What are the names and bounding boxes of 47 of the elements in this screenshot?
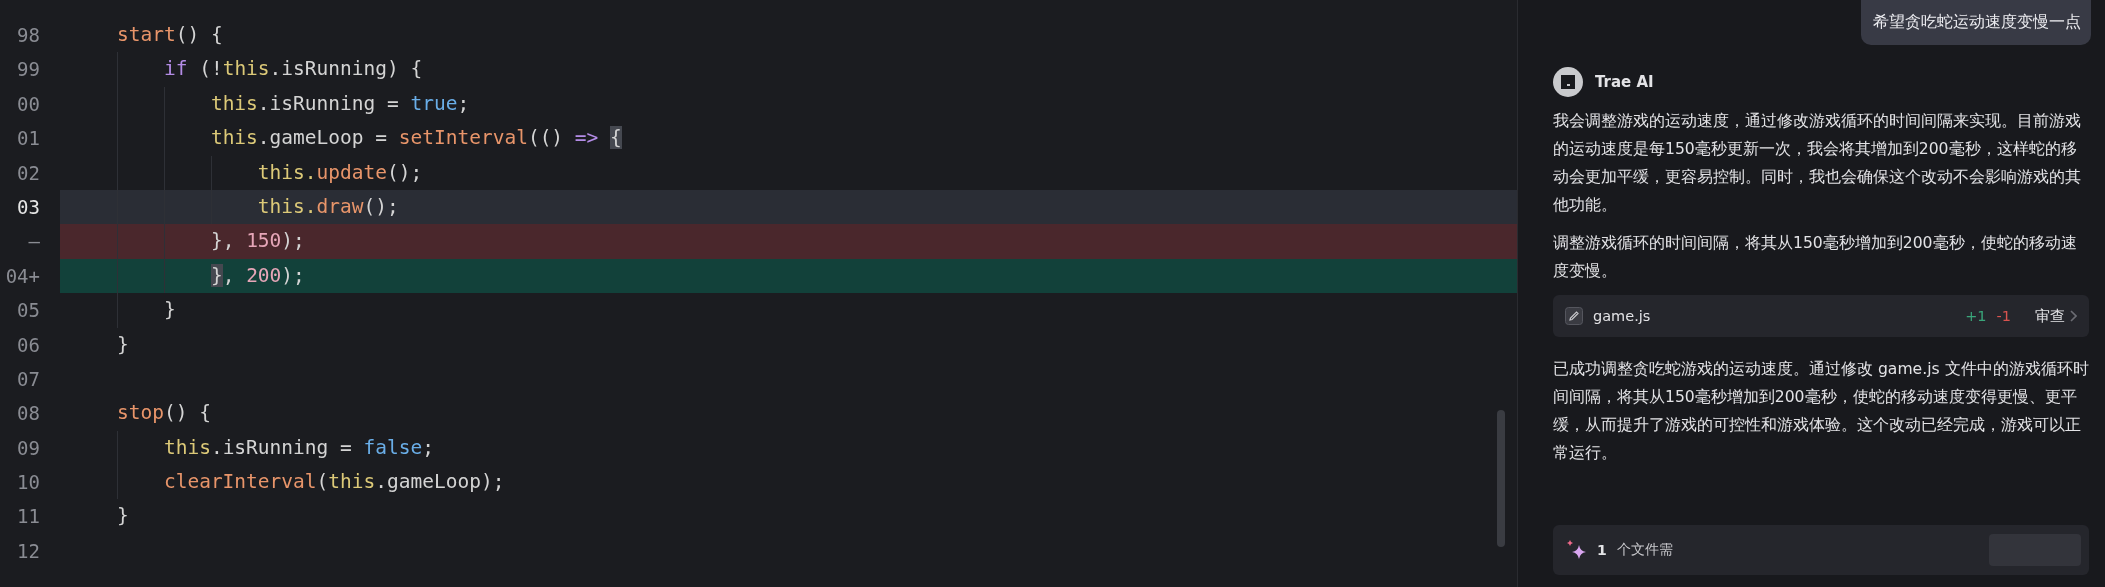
code-line: }, 150); (209, 228, 305, 255)
code-line: } (115, 503, 129, 530)
line-number: — (27, 229, 41, 255)
code-line: this.isRunning = false; (162, 434, 434, 461)
removed-count: -1 (1996, 308, 2011, 324)
line-number: 10 (16, 470, 41, 496)
line-number: 06 (16, 332, 41, 358)
added-count: +1 (1965, 308, 1987, 324)
assistant-paragraph: 调整游戏循环的时间间隔，将其从150毫秒增加到200毫秒，使蛇的移动速度变慢。 (1553, 233, 2078, 282)
pencil-icon (1565, 307, 1583, 325)
line-number: 02 (16, 160, 41, 186)
code-line: this.gameLoop = setInterval(() => { (209, 125, 622, 152)
code-line: } (115, 331, 129, 358)
line-number: 99 (16, 57, 41, 83)
assistant-paragraph: 我会调整游戏的运动速度，通过修改游戏循环的时间间隔来实现。目前游戏的运动速度是每150毫秒更新一次，我会将其增加到200毫秒，这样蛇的移动会更加平缓，更容易控制。同时，我也会确保这个改动不会影响游戏的其他功能。 (1553, 111, 2082, 216)
code-line: clearInterval(this.gameLoop); (162, 469, 505, 496)
code-line: } (162, 297, 176, 324)
code-line: this.draw(); (256, 193, 399, 220)
file-count: 1 (1597, 542, 1607, 558)
file-change-card[interactable]: game.js +1 -1 审查 (1553, 295, 2089, 337)
code-line: }, 200); (209, 262, 305, 289)
sparkle-icon (1567, 540, 1587, 560)
code-line: if (!this.isRunning) { (162, 56, 423, 83)
line-number: 98 (16, 23, 41, 48)
scrollbar-thumb[interactable] (1497, 410, 1505, 547)
assistant-paragraph: 已成功调整贪吃蛇游戏的运动速度。通过修改 game.js 文件中的游戏循环时间间隔，将其从150毫秒增加到200毫秒，使蛇的移动速度变得更慢、更平缓，从而提升了游戏的可控性和游戏体验。这个改动已经完成，游戏可以正常运行。 (1553, 359, 2090, 464)
assistant-avatar-icon (1553, 67, 1583, 97)
line-number: 12 (16, 538, 41, 564)
review-link[interactable]: 审查 (2035, 306, 2077, 326)
assistant-name: Trae AI (1595, 73, 1654, 91)
line-number: 09 (16, 435, 41, 461)
line-number: 05 (16, 298, 41, 324)
code-line: stop() { (115, 400, 211, 427)
code-line: this.isRunning = true; (209, 90, 470, 117)
line-number: 07 (16, 366, 41, 392)
line-number: 08 (16, 401, 41, 427)
code-line: start() { (115, 22, 223, 48)
line-number: 03 (16, 194, 41, 220)
line-number: 04+ (4, 263, 41, 289)
line-number: 11 (16, 504, 41, 530)
code-line: this.update(); (256, 159, 423, 186)
line-number: 00 (16, 91, 41, 117)
chevron-right-icon (2069, 310, 2077, 322)
pending-label: 个文件需 (1616, 541, 1674, 559)
file-name: game.js (1593, 308, 1652, 324)
line-number: 01 (16, 126, 41, 152)
user-message: 希望贪吃蛇运动速度变慢一点 (1861, 0, 2091, 45)
